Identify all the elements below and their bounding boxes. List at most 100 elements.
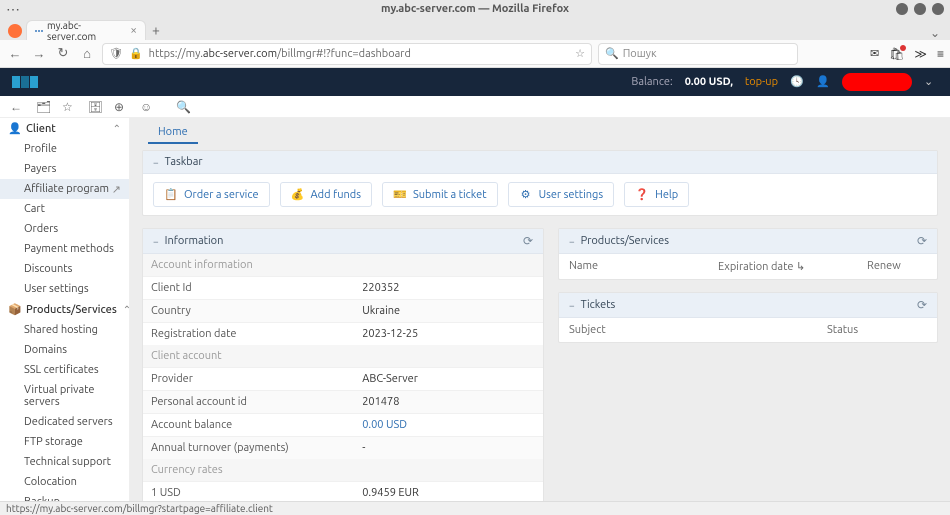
sidebar-item-support[interactable]: Technical support bbox=[0, 452, 129, 472]
column-renew[interactable]: Renew bbox=[867, 260, 927, 273]
window-title: my.abc-server.com — Mozilla Firefox bbox=[381, 3, 569, 15]
url-text: https://my.abc-server.com/billmgr#!?func… bbox=[149, 48, 569, 60]
info-row: Account balance0.00 USD bbox=[143, 413, 543, 436]
toolbar-tree-icon[interactable]: 🗂 bbox=[36, 100, 50, 114]
sidebar-item-cart[interactable]: Cart bbox=[0, 199, 129, 219]
window-min-icon[interactable] bbox=[896, 3, 908, 15]
tab-label: my.abc-server.com bbox=[47, 20, 126, 42]
sidebar-item-colocation[interactable]: Colocation bbox=[0, 472, 129, 492]
gmail-icon[interactable]: ✉ bbox=[870, 47, 879, 60]
browser-search-input[interactable]: 🔍 Пошук bbox=[598, 43, 798, 65]
sidebar-item-shared-hosting[interactable]: Shared hosting bbox=[0, 320, 129, 340]
sidebar-item-user-settings[interactable]: User settings bbox=[0, 279, 129, 299]
window-close-icon[interactable] bbox=[932, 3, 944, 15]
sidebar-item-vps[interactable]: Virtual private servers bbox=[0, 380, 129, 412]
new-tab-button[interactable]: + bbox=[146, 20, 166, 40]
balance-label: Balance: bbox=[631, 76, 672, 88]
sidebar-item-dedicated[interactable]: Dedicated servers bbox=[0, 412, 129, 432]
shield-icon[interactable]: 🛡 bbox=[109, 47, 123, 60]
sidebar-item-ftp[interactable]: FTP storage bbox=[0, 432, 129, 452]
sidebar-item-discounts[interactable]: Discounts bbox=[0, 259, 129, 279]
extension-icon[interactable]: 🛍 bbox=[889, 47, 904, 61]
panel-information: − Information ⟳ Account information Clie… bbox=[142, 228, 544, 501]
sidebar-item-payment-methods[interactable]: Payment methods bbox=[0, 239, 129, 259]
status-bar: https://my.abc-server.com/billmgr?startp… bbox=[0, 501, 950, 515]
collapse-icon: − bbox=[153, 157, 159, 168]
sidebar-item-ssl[interactable]: SSL certificates bbox=[0, 360, 129, 380]
balance-value: 0.00 USD, bbox=[685, 76, 733, 88]
money-icon: 💰 bbox=[291, 188, 305, 201]
info-row: Annual turnover (payments)- bbox=[143, 436, 543, 459]
bookmark-star-icon[interactable]: ☆ bbox=[575, 47, 585, 60]
reload-button[interactable]: ↻ bbox=[54, 45, 72, 63]
clipboard-icon: 📋 bbox=[164, 188, 178, 201]
search-placeholder: Пошук bbox=[623, 48, 657, 60]
panel-header[interactable]: − Tickets ⟳ bbox=[559, 293, 937, 318]
refresh-icon[interactable]: ⟳ bbox=[917, 298, 927, 312]
column-name[interactable]: Name bbox=[569, 260, 718, 273]
notifications-icon[interactable]: 🕓 bbox=[790, 75, 804, 89]
panel-header[interactable]: − Information ⟳ bbox=[143, 229, 543, 254]
tabs-dropdown-icon[interactable]: ⌄ bbox=[924, 26, 946, 40]
hamburger-menu-icon[interactable]: ≡ bbox=[937, 47, 944, 61]
user-icon[interactable]: 👤 bbox=[816, 75, 830, 89]
sidebar-group-products[interactable]: 📦 Products/Services ⌃ bbox=[0, 299, 129, 320]
lock-icon[interactable]: 🔒 bbox=[129, 47, 143, 60]
toolbar-archive-icon[interactable]: 🗄 bbox=[88, 100, 102, 114]
toolbar-star-icon[interactable]: ☆ bbox=[62, 100, 76, 114]
app-toolbar: ← 🗂 ☆ 🗄 ⊕ ☺ 🔍 bbox=[0, 96, 950, 118]
firefox-icon[interactable] bbox=[8, 24, 22, 38]
panel-title: Products/Services bbox=[581, 235, 669, 247]
submit-ticket-button[interactable]: 🎫Submit a ticket bbox=[382, 182, 498, 207]
sidebar-item-backup[interactable]: Backup bbox=[0, 492, 129, 501]
order-service-button[interactable]: 📋Order a service bbox=[153, 182, 270, 207]
column-status[interactable]: Status bbox=[827, 324, 927, 336]
sidebar-item-payers[interactable]: Payers bbox=[0, 159, 129, 179]
main-content: Home − Taskbar 📋Order a service 💰Add fun… bbox=[130, 118, 950, 501]
os-menu-dots[interactable]: ⋯ bbox=[6, 2, 20, 16]
home-button[interactable]: ⌂ bbox=[78, 45, 96, 63]
refresh-icon[interactable]: ⟳ bbox=[917, 234, 927, 248]
user-menu[interactable] bbox=[842, 73, 912, 91]
workspace: 👤 Client ⌃ Profile Payers Affiliate prog… bbox=[0, 118, 950, 501]
window-max-icon[interactable] bbox=[914, 3, 926, 15]
browser-tab-strip: my.abc-server.com × + ⌄ bbox=[0, 18, 950, 40]
tab-close-icon[interactable]: × bbox=[130, 24, 137, 37]
sidebar-item-profile[interactable]: Profile bbox=[0, 139, 129, 159]
user-settings-button[interactable]: ⚙User settings bbox=[508, 182, 615, 207]
sidebar-item-orders[interactable]: Orders bbox=[0, 219, 129, 239]
panel-header[interactable]: − Products/Services ⟳ bbox=[559, 229, 937, 254]
add-funds-button[interactable]: 💰Add funds bbox=[280, 182, 373, 207]
refresh-icon[interactable]: ⟳ bbox=[523, 234, 533, 248]
panel-products: − Products/Services ⟳ Name Expiration da… bbox=[558, 228, 938, 280]
toolbar-plus-icon[interactable]: ⊕ bbox=[114, 100, 128, 114]
tab-home[interactable]: Home bbox=[148, 122, 198, 144]
url-bar[interactable]: 🛡 🔒 https://my.abc-server.com/billmgr#!?… bbox=[102, 43, 592, 65]
column-subject[interactable]: Subject bbox=[569, 324, 827, 336]
column-expiration[interactable]: Expiration date ↳ bbox=[718, 260, 867, 273]
logo[interactable] bbox=[12, 76, 38, 88]
help-button[interactable]: ❓Help bbox=[624, 182, 689, 207]
panel-title: Tickets bbox=[581, 299, 616, 311]
topup-link[interactable]: top-up bbox=[745, 76, 778, 88]
toolbar-search-icon[interactable]: 🔍 bbox=[176, 100, 190, 114]
toolbar-back-icon[interactable]: ← bbox=[10, 100, 24, 114]
overflow-menu-icon[interactable]: ≫ bbox=[914, 47, 927, 61]
balance-link[interactable]: 0.00 USD bbox=[362, 419, 407, 431]
collapse-icon: − bbox=[153, 236, 159, 247]
sidebar-group-client[interactable]: 👤 Client ⌃ bbox=[0, 118, 129, 139]
sidebar-item-affiliate[interactable]: Affiliate program↗ bbox=[0, 179, 129, 199]
back-button[interactable]: ← bbox=[6, 45, 24, 63]
window-controls bbox=[896, 3, 944, 15]
user-dropdown-icon[interactable]: ⌄ bbox=[924, 75, 938, 89]
chevron-up-icon: ⌃ bbox=[113, 123, 121, 135]
sidebar-group-label: Client bbox=[26, 123, 56, 135]
ticket-icon: 🎫 bbox=[393, 188, 407, 201]
browser-tab[interactable]: my.abc-server.com × bbox=[26, 20, 146, 40]
toolbar-smile-icon[interactable]: ☺ bbox=[140, 100, 154, 114]
sidebar-item-domains[interactable]: Domains bbox=[0, 340, 129, 360]
forward-button[interactable]: → bbox=[30, 45, 48, 63]
search-icon: 🔍 bbox=[605, 47, 619, 60]
panel-header[interactable]: − Taskbar bbox=[143, 151, 937, 174]
info-row: 1 USD0.9459 EUR bbox=[143, 481, 543, 501]
